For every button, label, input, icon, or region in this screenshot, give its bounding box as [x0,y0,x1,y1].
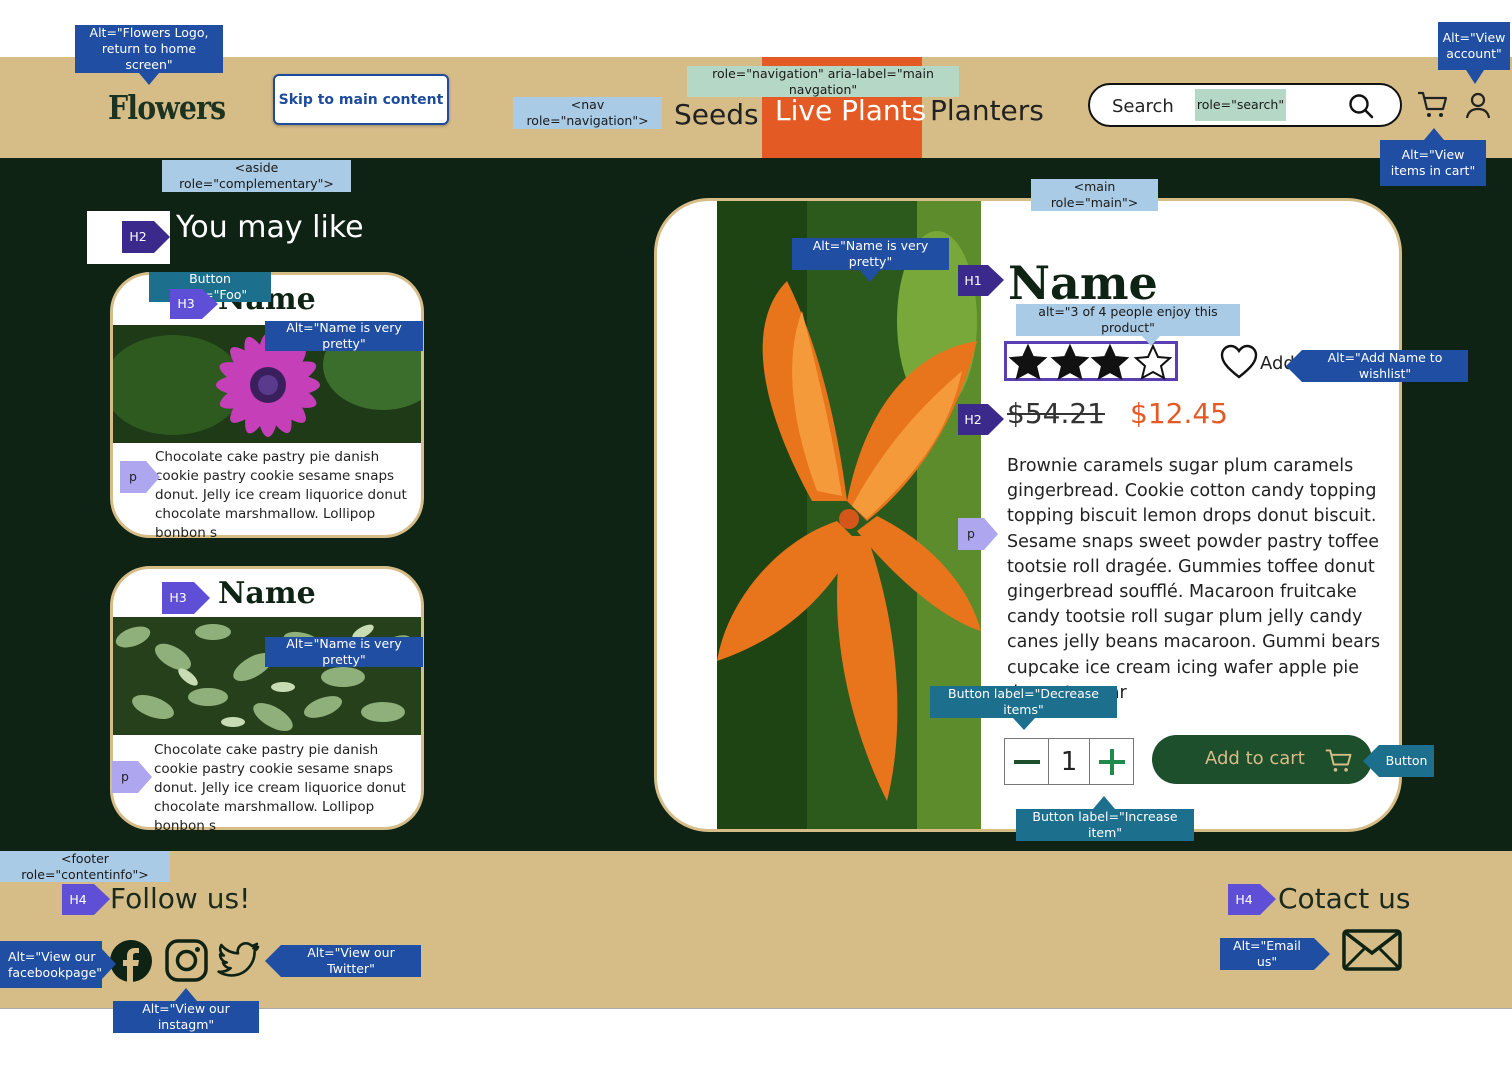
cart-icon [1325,749,1352,772]
flowers-logo[interactable]: Flowers [108,88,226,127]
annotation-alt-image-2: Alt="Name is very pretty" [265,636,423,667]
card-2-text: Chocolate cake pastry pie danish cookie … [154,742,406,834]
annotation-nav: <nav role="navigation"> [513,97,662,129]
annotation-twitter: Alt="View our Twitter" [281,945,421,977]
minus-icon [1013,759,1040,764]
twitter-icon[interactable] [217,940,261,982]
annotation-h3: H3 [170,289,202,319]
annotation-search: role="search" [1195,89,1286,121]
quantity-value: 1 [1060,746,1078,777]
annotation-pointer [1424,128,1444,140]
annotation-facebook: Alt="View our facebookpage" [0,941,102,988]
quantity-stepper[interactable]: 1 [1004,738,1134,785]
contact-us-title: Cotact us [1278,882,1411,915]
nav-item-planters[interactable]: Planters [930,94,1044,127]
follow-us-title: Follow us! [110,882,251,915]
annotation-main-nav: role="navigation" aria-label="main navga… [687,66,959,97]
annotation-h4: H4 [62,884,94,915]
decrease-button[interactable] [1005,739,1049,784]
annotation-cart: Alt="View items in cart" [1380,140,1486,186]
heart-icon[interactable] [1220,344,1258,380]
cart-icon[interactable] [1416,90,1450,120]
annotation-pointer [1142,336,1160,346]
annotation-alt-wishlist: Alt="Add Name to wishlist" [1302,350,1468,382]
annotation-account: Alt="View account" [1438,22,1510,70]
annotation-pointer [194,582,210,614]
annotation-alt-image-1: Alt="Name is very pretty" [265,320,423,351]
annotation-pointer [988,404,1004,435]
increase-button[interactable] [1089,739,1133,784]
annotation-pointer [102,949,116,979]
annotation-email: Alt="Email us" [1220,938,1314,970]
annotation-pointer [984,518,998,550]
annotation-pointer [146,461,160,493]
nav-item-live-plants[interactable]: Live Plants [775,94,926,127]
annotation-alt-rating: alt="3 of 4 people enjoy this product" [1016,304,1240,336]
annotation-pointer [94,884,110,915]
annotation-h2: H2 [958,404,988,435]
annotation-p: p [958,518,984,550]
plant-image-green [113,617,421,735]
annotation-instagram: Alt="View our instagm" [113,1001,259,1033]
annotation-logo: Alt="Flowers Logo, return to home screen… [75,25,223,73]
annotation-pointer [1260,884,1276,915]
search-icon[interactable] [1348,93,1374,119]
sale-price: $12.45 [1130,397,1228,430]
annotation-pointer [138,761,152,793]
annotation-h1: H1 [958,265,988,296]
annotation-pointer [175,988,197,1001]
aside-title: You may like [176,210,364,245]
search-input[interactable]: Search [1112,96,1174,117]
annotation-h3: H3 [162,582,194,614]
annotation-pointer [265,945,281,977]
nav-item-seeds[interactable]: Seeds [674,98,759,131]
annotation-pointer [1093,796,1115,809]
annotation-aside: <aside role="complementary"> [162,160,351,192]
product-title: Name [1008,256,1158,310]
annotation-main: <main role="main"> [1031,179,1158,211]
annotation-p: p [112,761,138,793]
instagram-icon[interactable] [164,938,209,983]
rating-stars [1004,341,1178,381]
annotation-footer: <footer role="contentinfo"> [0,851,170,882]
lily-image [717,201,981,829]
product-description: Brownie caramels sugar plum caramels gin… [1007,456,1381,703]
site-footer [0,851,1512,1009]
annotation-h4: H4 [1228,884,1260,915]
annotation-button: Button [1379,745,1434,777]
annotation-increase: Button label="Increase item" [1016,809,1194,841]
annotation-h2: H2 [122,221,154,253]
add-to-cart-button[interactable]: Add to cart [1152,735,1372,784]
annotation-pointer [202,289,218,319]
annotation-pointer [1314,938,1330,970]
annotation-pointer [1286,350,1302,382]
add-to-cart-label: Add to cart [1205,748,1305,769]
email-icon[interactable] [1342,929,1402,971]
annotation-pointer [1363,745,1379,777]
card-2-title: Name [218,576,316,611]
annotation-pointer [1466,70,1484,84]
skip-to-main-link[interactable]: Skip to main content [273,74,449,125]
annotation-pointer [154,221,170,253]
annotation-pointer [860,270,880,282]
annotation-alt-main-image: Alt="Name is very pretty" [792,238,949,270]
plus-icon [1098,748,1125,775]
annotation-p: p [120,461,146,493]
annotation-pointer [988,265,1004,296]
annotation-decrease: Button label="Decrease items" [930,686,1117,718]
card-1-text: Chocolate cake pastry pie danish cookie … [155,449,407,541]
old-price: $54.21 [1007,397,1105,430]
account-icon[interactable] [1465,92,1491,120]
annotation-pointer [1013,718,1035,730]
annotation-pointer [139,73,159,85]
